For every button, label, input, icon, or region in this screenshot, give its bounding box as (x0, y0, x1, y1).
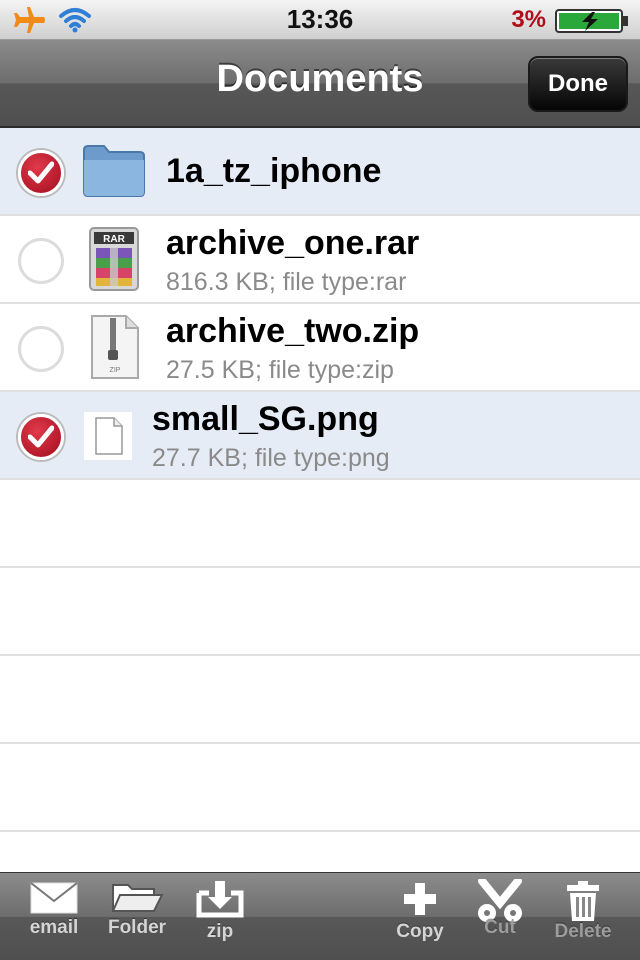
bottom-toolbar: email Folder zip Copy Cut Delete (0, 872, 640, 960)
file-meta: 816.3 KB; file type:rar (166, 268, 407, 296)
empty-row (0, 568, 640, 656)
folder-label: Folder (107, 917, 167, 938)
copy-button[interactable]: Copy (392, 879, 448, 959)
file-name: archive_two.zip (166, 312, 420, 350)
done-button[interactable]: Done (528, 56, 628, 112)
battery-charging-icon (555, 9, 628, 33)
zip-icon-label: ZIP (110, 367, 121, 374)
cut-label: Cut (484, 917, 516, 938)
email-button[interactable]: email (26, 879, 82, 959)
download-tray-icon (196, 881, 244, 918)
rar-icon-label: RAR (103, 234, 125, 245)
zip-button[interactable]: zip (192, 879, 248, 959)
empty-row (0, 744, 640, 832)
list-item[interactable]: ZIP archive_two.zip 27.5 KB; file type:z… (0, 304, 640, 392)
file-name: archive_one.rar (166, 224, 420, 262)
checkmark-icon (28, 425, 54, 448)
checkbox-unchecked[interactable] (18, 238, 64, 284)
status-bar: 13:36 3% (0, 0, 640, 40)
file-name: 1a_tz_iphone (166, 152, 382, 190)
empty-row (0, 656, 640, 744)
checkmark-icon (28, 161, 54, 184)
battery-percent: 3% (511, 6, 546, 33)
delete-button[interactable]: Delete (550, 879, 616, 959)
list-item[interactable]: RAR archive_one.rar 816.3 KB; file type:… (0, 216, 640, 304)
folder-icon (83, 145, 145, 197)
file-name: small_SG.png (152, 400, 379, 438)
checkbox-unchecked[interactable] (18, 326, 64, 372)
delete-label: Delete (554, 921, 612, 942)
trash-icon (567, 881, 599, 921)
envelope-icon (30, 882, 78, 914)
copy-label: Copy (396, 921, 444, 942)
folder-icon (111, 884, 164, 912)
list-item[interactable]: small_SG.png 27.7 KB; file type:png (0, 392, 640, 480)
png-file-icon (84, 412, 132, 460)
plus-icon (404, 883, 436, 915)
navigation-bar: Documents Done (0, 40, 640, 128)
file-meta: 27.7 KB; file type:png (152, 444, 390, 472)
email-label: email (29, 917, 79, 938)
zip-file-icon: ZIP (91, 315, 139, 379)
file-list: 1a_tz_iphone RAR archive_one.rar 816.3 K… (0, 128, 640, 872)
file-meta: 27.5 KB; file type:zip (166, 356, 394, 384)
checkbox-checked[interactable] (18, 150, 64, 196)
new-folder-button[interactable]: Folder (104, 879, 170, 959)
rar-file-icon: RAR (89, 227, 139, 291)
cut-button[interactable]: Cut (472, 879, 528, 959)
list-item[interactable]: 1a_tz_iphone (0, 128, 640, 216)
empty-row (0, 480, 640, 568)
checkbox-checked[interactable] (18, 414, 64, 460)
zip-label: zip (206, 921, 234, 942)
